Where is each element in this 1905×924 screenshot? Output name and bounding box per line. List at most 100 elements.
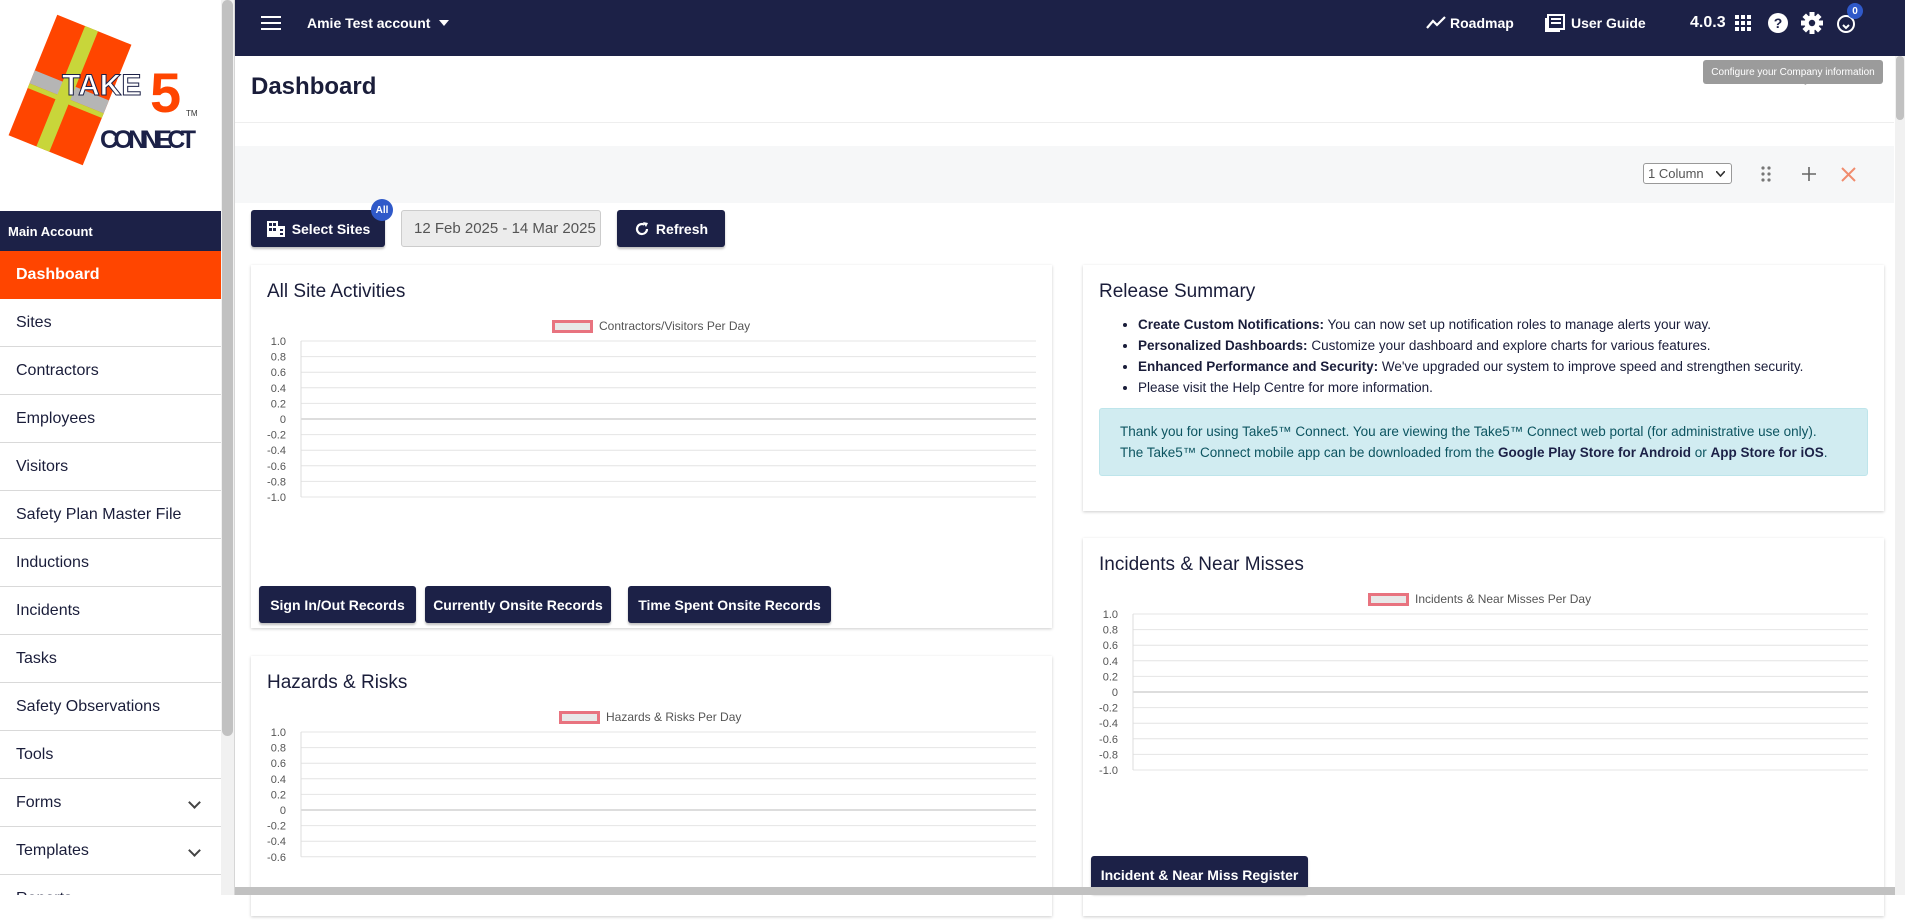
button-label: Incident & Near Miss Register (1100, 866, 1299, 883)
sidebar-scrollbar-thumb[interactable] (222, 0, 233, 736)
sidebar-item-safety-observations[interactable]: Safety Observations (0, 683, 221, 731)
sidebar-item-label: Safety Observations (16, 697, 161, 715)
y-tick-label: -0.6 (267, 852, 286, 864)
roadmap-label: Roadmap (1450, 15, 1514, 31)
sidebar-item-tools[interactable]: Tools (0, 731, 221, 779)
svg-text:TAKE: TAKE (62, 69, 141, 102)
release-summary-card: Release Summary Create Custom Notificati… (1083, 265, 1884, 511)
page-scrollbar[interactable] (1895, 56, 1905, 895)
release-note-item: Personalized Dashboards: Customize your … (1138, 335, 1803, 356)
account-dropdown[interactable]: Amie Test account (307, 0, 450, 46)
y-tick-label: 0.6 (271, 367, 286, 379)
y-tick-label: 0.6 (271, 758, 286, 770)
y-tick-label: 1.0 (271, 727, 286, 739)
horizontal-scrollbar[interactable] (235, 887, 1895, 895)
svg-text:?: ? (1774, 15, 1783, 31)
release-note-heading: Create Custom Notifications: (1138, 317, 1325, 332)
y-tick-label: 0.4 (1103, 656, 1118, 668)
sidebar-item-safety-plan-master-file[interactable]: Safety Plan Master File (0, 491, 221, 539)
y-tick-label: 0.6 (1103, 640, 1118, 652)
page-scrollbar-thumb[interactable] (1896, 56, 1904, 120)
settings-button[interactable] (1801, 0, 1823, 46)
y-tick-label: -0.4 (1099, 718, 1118, 730)
caret-down-icon (439, 20, 450, 26)
sidebar-nav: Dashboard Sites Contractors Employees Visito… (0, 251, 221, 895)
date-range-input[interactable]: 12 Feb 2025 - 14 Mar 2025 (401, 210, 601, 247)
time-spent-onsite-records-button[interactable]: Time Spent Onsite Records (628, 586, 831, 623)
google-play-link[interactable]: Google Play Store for Android (1498, 445, 1691, 460)
release-note-item: Please visit the Help Centre for more in… (1138, 377, 1803, 398)
help-button[interactable]: ? (1768, 0, 1788, 46)
info-line-1: Thank you for using Take5™ Connect. You … (1120, 424, 1817, 439)
close-icon[interactable] (1841, 167, 1856, 182)
app-store-link[interactable]: App Store for iOS (1711, 445, 1824, 460)
trend-line-icon (1426, 16, 1446, 29)
main-account-header: Main Account (0, 211, 221, 251)
sidebar-item-label: Incidents (16, 601, 81, 619)
y-tick-label: -0.6 (267, 461, 286, 473)
take5-logo[interactable]: TAKE 5 TM CONNECT (0, 0, 221, 211)
sidebar-item-visitors[interactable]: Visitors (0, 443, 221, 491)
sidebar-item-templates[interactable]: Templates (0, 827, 221, 875)
card-title: Incidents & Near Misses (1099, 554, 1304, 575)
y-tick-label: -0.4 (267, 445, 286, 457)
refresh-button[interactable]: Refresh (617, 210, 725, 247)
card-title: Hazards & Risks (267, 672, 408, 693)
y-tick-label: 0 (280, 805, 286, 817)
sidebar-item-incidents[interactable]: Incidents (0, 587, 221, 635)
chevron-down-icon (188, 796, 201, 809)
all-site-activities-card: All Site Activities Contractors/Visitors… (251, 265, 1052, 628)
y-tick-label: 0 (1112, 687, 1118, 699)
page-title: Dashboard (251, 73, 377, 100)
legend-label: Hazards & Risks Per Day (606, 710, 742, 724)
sites-badge: All (371, 199, 393, 221)
sidebar-item-forms[interactable]: Forms (0, 779, 221, 827)
chart-legend[interactable]: Contractors/Visitors Per Day (552, 319, 750, 333)
button-label: Sign In/Out Records (270, 596, 405, 613)
roadmap-link[interactable]: Roadmap (1426, 0, 1514, 46)
help-icon: ? (1768, 13, 1788, 33)
y-tick-label: 0.4 (271, 774, 286, 786)
y-tick-label: -0.2 (267, 430, 286, 442)
sidebar-item-tasks[interactable]: Tasks (0, 635, 221, 683)
sidebar-item-inductions[interactable]: Inductions (0, 539, 221, 587)
sidebar-item-employees[interactable]: Employees (0, 395, 221, 443)
sidebar-item-contractors[interactable]: Contractors (0, 347, 221, 395)
hamburger-menu-button[interactable] (261, 0, 281, 46)
y-tick-label: 1.0 (271, 336, 286, 348)
release-note-text: Customize your dashboard and explore cha… (1307, 338, 1711, 353)
sidebar-item-sites[interactable]: Sites (0, 299, 221, 347)
currently-onsite-records-button[interactable]: Currently Onsite Records (425, 586, 611, 623)
select-sites-button[interactable]: Select Sites (251, 210, 385, 247)
grid-icon (1735, 15, 1751, 31)
y-tick-label: 0.4 (271, 383, 286, 395)
add-widget-icon[interactable] (1801, 166, 1817, 182)
release-note-item: Create Custom Notifications: You can now… (1138, 314, 1803, 335)
apps-button[interactable] (1735, 0, 1751, 46)
button-label: Currently Onsite Records (433, 596, 603, 613)
select-sites-label: Select Sites (291, 220, 371, 237)
chart-legend[interactable]: Incidents & Near Misses Per Day (1368, 592, 1591, 606)
account-name: Amie Test account (307, 15, 431, 31)
sign-in-out-records-button[interactable]: Sign In/Out Records (259, 586, 416, 623)
card-title: Release Summary (1099, 281, 1256, 302)
y-tick-label: 0 (280, 414, 286, 426)
release-note-text: You can now set up notification roles to… (1324, 317, 1712, 332)
drag-handle-icon[interactable] (1761, 166, 1771, 182)
column-layout-select[interactable]: 1 Column (1643, 163, 1732, 184)
user-guide-link[interactable]: User Guide (1545, 0, 1646, 46)
version-label: 4.0.3 (1690, 14, 1726, 31)
y-tick-label: -0.6 (1099, 734, 1118, 746)
release-notes-list: Create Custom Notifications: You can now… (1138, 314, 1803, 398)
sidebar-item-reports[interactable]: Reports (0, 875, 221, 896)
sidebar-item-label: Tasks (16, 649, 57, 667)
legend-swatch (559, 710, 600, 724)
activities-chart: 1.0 0.8 0.6 0.4 0.2 0 -0.2 -0.4 -0.6 -0.8 -1.0 (267, 336, 1036, 504)
y-tick-label: 0.8 (1103, 625, 1118, 637)
y-tick-label: 0.2 (1103, 671, 1118, 683)
sidebar-item-dashboard[interactable]: Dashboard (0, 251, 221, 299)
notification-badge: 0 (1847, 3, 1863, 19)
release-note-item: Enhanced Performance and Security: We've… (1138, 356, 1803, 377)
y-tick-label: -0.8 (267, 476, 286, 488)
chart-legend[interactable]: Hazards & Risks Per Day (559, 710, 741, 724)
